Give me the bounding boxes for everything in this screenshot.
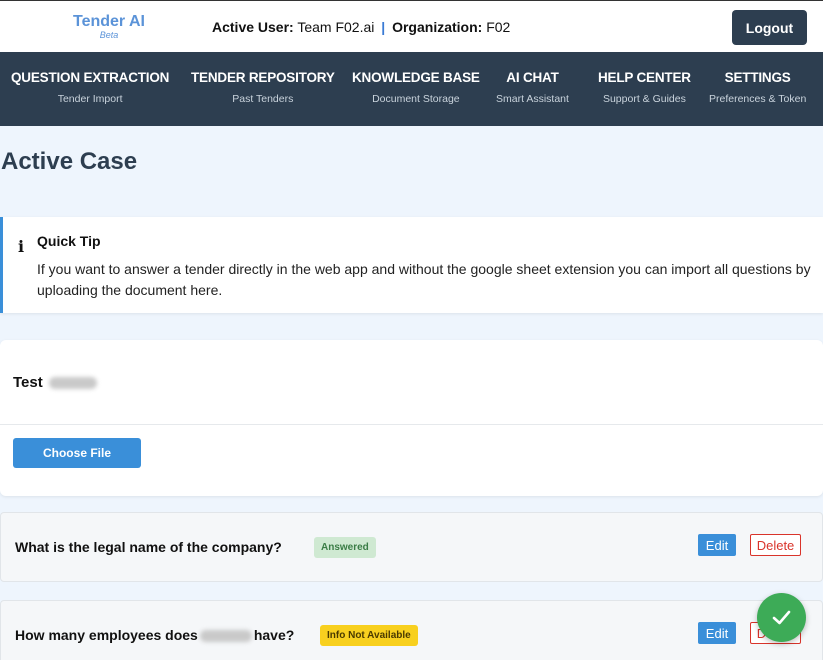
- edit-button[interactable]: Edit: [698, 622, 736, 644]
- top-bar: Tender AI Beta Active User: Team F02.ai …: [0, 0, 823, 52]
- tip-text: If you want to answer a tender directly …: [37, 261, 811, 298]
- logout-button[interactable]: Logout: [732, 10, 807, 45]
- nav-item-title: SETTINGS: [724, 70, 791, 85]
- nav-item-title: QUESTION EXTRACTION: [11, 70, 170, 85]
- nav-item-subtitle: Document Storage: [372, 93, 460, 105]
- quick-tip-panel: i Quick Tip If you want to answer a tend…: [0, 217, 823, 313]
- app-logo[interactable]: Tender AI Beta: [69, 13, 149, 40]
- nav-item-help-center[interactable]: HELP CENTER Support & Guides: [598, 70, 691, 105]
- nav-item-title: AI CHAT: [506, 70, 559, 85]
- nav-item-subtitle: Past Tenders: [232, 93, 294, 105]
- question-row[interactable]: How many employees does have? Info Not Av…: [0, 600, 823, 660]
- question-text-start: How many employees does: [15, 627, 198, 643]
- question-row[interactable]: What is the legal name of the company? A…: [0, 512, 823, 582]
- nav-item-question-extraction[interactable]: QUESTION EXTRACTION Tender Import: [11, 70, 169, 105]
- nav-item-subtitle: Tender Import: [57, 93, 123, 105]
- edit-button[interactable]: Edit: [698, 534, 736, 556]
- nav-item-ai-chat[interactable]: AI CHAT Smart Assistant: [496, 70, 569, 105]
- choose-file-button[interactable]: Choose File: [13, 438, 141, 468]
- separator: |: [381, 19, 386, 35]
- nav-item-subtitle: Support & Guides: [602, 93, 686, 105]
- info-icon: i: [18, 237, 25, 256]
- user-info: Active User: Team F02.ai | Organization:…: [212, 19, 510, 35]
- divider: [0, 424, 823, 425]
- status-badge: Answered: [314, 537, 376, 558]
- checkmark-icon: [772, 610, 791, 625]
- app-name: Tender AI: [72, 13, 145, 30]
- question-text: How many employees does have?: [15, 627, 294, 643]
- active-user-value: Team F02.ai: [297, 19, 375, 35]
- nav-item-settings[interactable]: SETTINGS Preferences & Token: [709, 70, 806, 105]
- main-nav: QUESTION EXTRACTION Tender Import TENDER…: [0, 52, 823, 126]
- nav-item-knowledge-base[interactable]: KNOWLEDGE BASE Document Storage: [352, 70, 480, 105]
- redacted-text: [48, 377, 97, 390]
- case-name-text: Test: [13, 374, 43, 391]
- question-text-end: have?: [253, 627, 295, 643]
- nav-item-subtitle: Smart Assistant: [496, 93, 569, 105]
- organization-label: Organization:: [392, 19, 483, 35]
- active-user-label: Active User:: [212, 19, 294, 35]
- nav-item-title: KNOWLEDGE BASE: [352, 70, 480, 85]
- beta-badge: Beta: [99, 30, 119, 40]
- nav-item-subtitle: Preferences & Token: [709, 93, 807, 105]
- question-text: What is the legal name of the company?: [15, 539, 282, 555]
- delete-button[interactable]: Delete: [750, 534, 801, 556]
- nav-item-tender-repository[interactable]: TENDER REPOSITORY Past Tenders: [191, 70, 335, 105]
- success-toast[interactable]: [757, 593, 806, 642]
- tip-title: Quick Tip: [37, 233, 101, 249]
- nav-item-title: TENDER REPOSITORY: [191, 70, 335, 85]
- case-card: Test Choose File: [0, 340, 823, 496]
- redacted-text: [199, 630, 252, 643]
- case-name: Test: [13, 374, 97, 391]
- nav-item-title: HELP CENTER: [598, 70, 691, 85]
- status-badge: Info Not Available: [320, 625, 418, 646]
- page-title: Active Case: [1, 148, 138, 175]
- organization-value: F02: [486, 19, 511, 35]
